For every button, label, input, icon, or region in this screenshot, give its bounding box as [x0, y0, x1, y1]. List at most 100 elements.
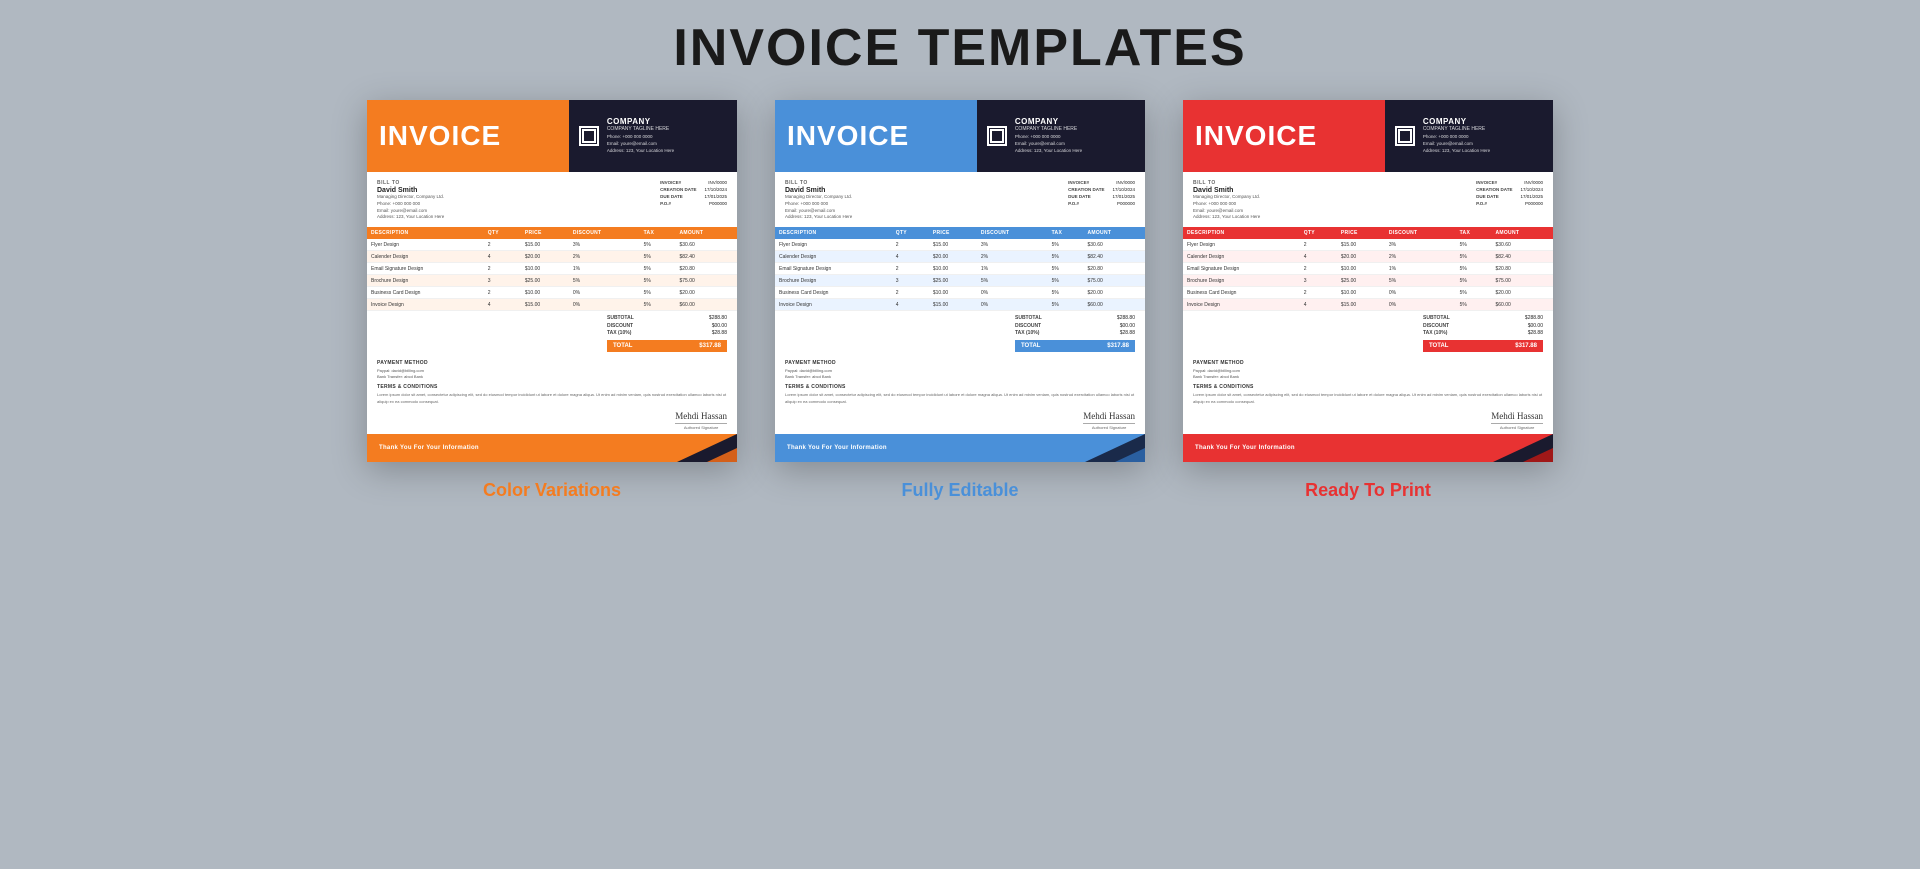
bill-to-sub: Managing Director, Company Ltd. Phone: +… [785, 194, 1058, 221]
table-cell: $20.80 [675, 263, 737, 275]
table-body: Flyer Design2$15.003%5%$30.60Calender De… [367, 239, 737, 311]
invoice-totals: SUBTOTAL$288.80 DISCOUNT$00.00 TAX (10%)… [367, 315, 737, 356]
bill-to-sub: Managing Director, Company Ltd. Phone: +… [1193, 194, 1466, 221]
table-cell: $15.00 [521, 299, 569, 311]
table-cell: 5% [1048, 287, 1084, 299]
table-cell: $10.00 [521, 287, 569, 299]
table-cell: 2 [484, 239, 521, 251]
company-info: COMPANY COMPANY TAGLINE HERE Phone: +000… [607, 117, 674, 154]
table-cell: 5% [1456, 287, 1492, 299]
table-row: Flyer Design2$15.003%5%$30.60 [775, 239, 1145, 251]
table-cell: $82.40 [1491, 251, 1553, 263]
table-cell: 5% [1456, 239, 1492, 251]
signature-area: Mehdi Hassan Authored Signature [367, 409, 737, 434]
invoice-card-blue: INVOICE COMPANY COMPANY TAGLINE HERE Pho… [775, 100, 1145, 462]
terms-conditions: TERMS & CONDITIONS Lorem ipsum dolor sit… [775, 384, 1145, 409]
invoice-table: DESCRIPTION QTY PRICE DISCOUNT TAX AMOUN… [775, 227, 1145, 311]
table-row: Brochure Design3$25.005%5%$75.00 [775, 275, 1145, 287]
header-company-right: COMPANY COMPANY TAGLINE HERE Phone: +000… [977, 100, 1145, 172]
invoice-totals: SUBTOTAL$288.80 DISCOUNT$00.00 TAX (10%)… [1183, 315, 1553, 356]
table-body: Flyer Design2$15.003%5%$30.60Calender De… [1183, 239, 1553, 311]
bill-to-label: BILL TO [1193, 180, 1466, 186]
bill-to: BILL TO David Smith Managing Director, C… [377, 180, 650, 221]
invoice-header: INVOICE COMPANY COMPANY TAGLINE HERE Pho… [775, 100, 1145, 172]
table-cell: 5% [977, 275, 1048, 287]
header-company-right: COMPANY COMPANY TAGLINE HERE Phone: +000… [1385, 100, 1553, 172]
table-cell: $82.40 [1083, 251, 1145, 263]
table-cell: $75.00 [675, 275, 737, 287]
bill-to: BILL TO David Smith Managing Director, C… [785, 180, 1058, 221]
table-cell: 2% [977, 251, 1048, 263]
table-cell: $30.60 [675, 239, 737, 251]
invoice-word: INVOICE [1195, 120, 1317, 152]
table-cell: $20.00 [675, 287, 737, 299]
invoice-header: INVOICE COMPANY COMPANY TAGLINE HERE Pho… [1183, 100, 1553, 172]
table-cell: Brochure Design [367, 275, 484, 287]
table-cell: 0% [977, 299, 1048, 311]
footer-text: Thank You For Your Information [1195, 445, 1295, 451]
payment-terms: PAYMENT METHOD Paypal: david@billing.com… [775, 356, 1145, 385]
payment-method: PAYMENT METHOD Paypal: david@billing.com… [785, 360, 1135, 381]
table-cell: Invoice Design [775, 299, 892, 311]
table-cell: 5% [640, 239, 676, 251]
table-cell: 2 [1300, 263, 1337, 275]
footer-label-color-variations: Color Variations [367, 480, 737, 501]
invoice-footer: Thank You For Your Information [367, 434, 737, 462]
table-cell: 2 [892, 239, 929, 251]
bill-to-label: BILL TO [785, 180, 1058, 186]
table-cell: Brochure Design [775, 275, 892, 287]
col-discount: DISCOUNT [977, 227, 1048, 239]
table-cell: 2 [1300, 287, 1337, 299]
table-row: Invoice Design4$15.000%5%$60.00 [775, 299, 1145, 311]
table-row: Calender Design4$20.002%5%$82.40 [775, 251, 1145, 263]
table-cell: $10.00 [929, 263, 977, 275]
table-cell: 3% [977, 239, 1048, 251]
table-cell: Calender Design [367, 251, 484, 263]
total-final-red: TOTAL $317.88 [1423, 340, 1543, 352]
table-row: Invoice Design4$15.000%5%$60.00 [367, 299, 737, 311]
total-final-orange: TOTAL $317.88 [607, 340, 727, 352]
invoice-footer: Thank You For Your Information [775, 434, 1145, 462]
col-price: PRICE [929, 227, 977, 239]
table-cell: $10.00 [929, 287, 977, 299]
templates-row: INVOICE COMPANY COMPANY TAGLINE HERE Pho… [367, 100, 1553, 462]
table-cell: Business Card Design [775, 287, 892, 299]
header-company-right: COMPANY COMPANY TAGLINE HERE Phone: +000… [569, 100, 737, 172]
table-header-row: DESCRIPTION QTY PRICE DISCOUNT TAX AMOUN… [367, 227, 737, 239]
table-cell: 5% [1456, 299, 1492, 311]
col-qty: QTY [1300, 227, 1337, 239]
table-cell: Invoice Design [1183, 299, 1300, 311]
col-qty: QTY [484, 227, 521, 239]
table-cell: $75.00 [1083, 275, 1145, 287]
payment-method: PAYMENT METHOD Paypal: david@billing.com… [1193, 360, 1543, 381]
table-cell: 1% [569, 263, 640, 275]
invoice-meta: INVOICE#INV/0000 CREATION DATE17/10/2024… [1476, 180, 1543, 221]
payment-method: PAYMENT METHOD Paypal: david@billing.com… [377, 360, 727, 381]
company-name: COMPANY [1015, 117, 1082, 126]
payment-terms: PAYMENT METHOD Paypal: david@billing.com… [1183, 356, 1553, 385]
table-cell: 4 [1300, 251, 1337, 263]
footer-text: Thank You For Your Information [787, 445, 887, 451]
invoice-meta: INVOICE#INV/0000 CREATION DATE17/10/2024… [660, 180, 727, 221]
company-details: Phone: +000 000 0000 Email: youre@email.… [1015, 134, 1082, 154]
table-cell: Brochure Design [1183, 275, 1300, 287]
table-cell: 2% [1385, 251, 1456, 263]
table-cell: $20.00 [1337, 251, 1385, 263]
table-cell: $15.00 [929, 239, 977, 251]
col-price: PRICE [521, 227, 569, 239]
company-info: COMPANY COMPANY TAGLINE HERE Phone: +000… [1423, 117, 1490, 154]
table-cell: 5% [1048, 263, 1084, 275]
col-description: DESCRIPTION [367, 227, 484, 239]
table-cell: $20.00 [929, 251, 977, 263]
company-icon [579, 126, 599, 146]
footer-label-fully-editable: Fully Editable [775, 480, 1145, 501]
table-cell: Flyer Design [1183, 239, 1300, 251]
header-accent-left: INVOICE [775, 100, 977, 172]
table-cell: $20.80 [1491, 263, 1553, 275]
company-tagline: COMPANY TAGLINE HERE [607, 126, 674, 132]
table-cell: $20.80 [1083, 263, 1145, 275]
table-cell: Business Card Design [1183, 287, 1300, 299]
bill-section: BILL TO David Smith Managing Director, C… [1183, 172, 1553, 227]
company-name: COMPANY [1423, 117, 1490, 126]
footer-label-ready-to-print: Ready To Print [1183, 480, 1553, 501]
